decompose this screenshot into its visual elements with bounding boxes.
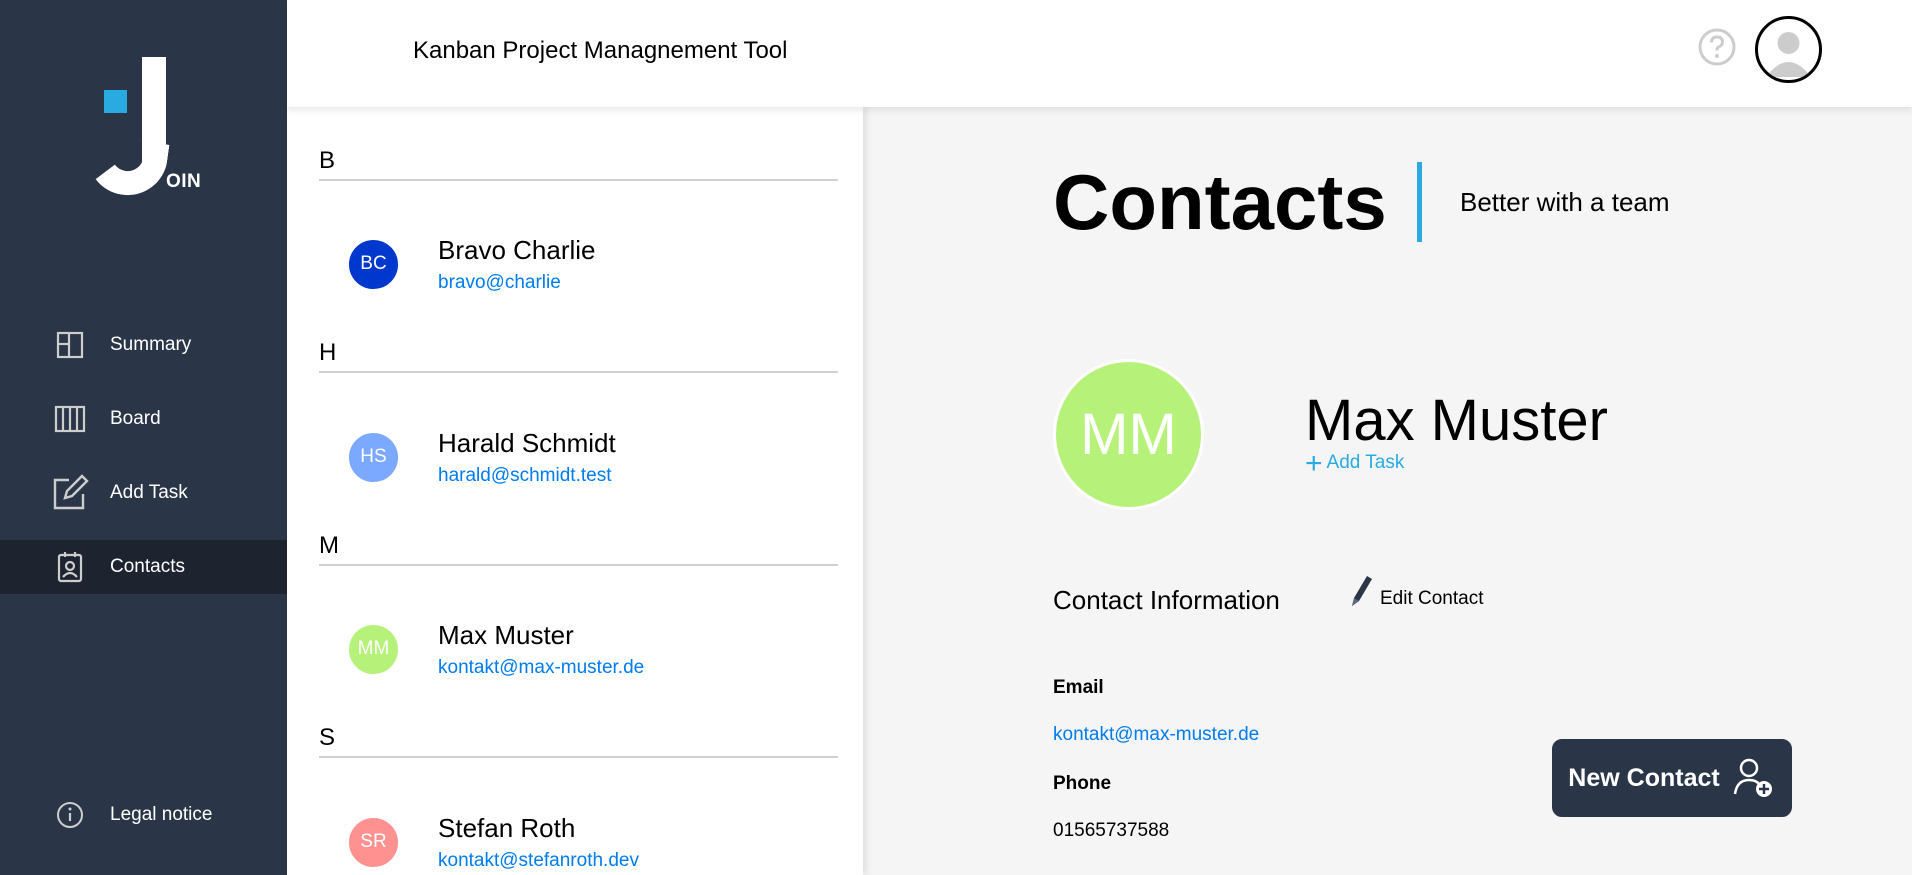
new-contact-label: New Contact (1568, 763, 1720, 792)
sidebar-item-add-task[interactable]: Add Task (0, 466, 287, 520)
letter-group-h: H (319, 333, 838, 373)
sidebar: OIN Summary Board Add Task Contacts Lega… (0, 0, 287, 875)
board-icon (50, 399, 90, 439)
contacts-icon (50, 547, 90, 587)
page-title: Contacts (1053, 158, 1387, 246)
contact-email: harald@schmidt.test (438, 464, 612, 486)
letter-heading: H (319, 333, 838, 373)
letter-group-m: M (319, 526, 838, 566)
sidebar-item-summary[interactable]: Summary (0, 318, 287, 372)
sidebar-item-contacts[interactable]: Contacts (0, 540, 287, 594)
page-subtitle: Better with a team (1460, 187, 1670, 217)
logo-j-hook (82, 133, 170, 201)
edit-contact-label: Edit Contact (1380, 588, 1484, 609)
contact-name: Bravo Charlie (438, 234, 596, 265)
letter-heading: M (319, 526, 838, 566)
header: Kanban Project Managnement Tool (287, 0, 1912, 107)
summary-icon (50, 325, 90, 365)
sidebar-item-label: Add Task (110, 482, 188, 503)
sidebar-item-label: Board (110, 408, 161, 429)
contact-initials: SR (347, 815, 400, 869)
contact-initials: HS (347, 430, 400, 484)
title-divider (1417, 162, 1422, 242)
contact-name: Max Muster (438, 619, 574, 650)
plus-icon: + (1305, 446, 1323, 480)
contact-email: bravo@charlie (438, 271, 561, 293)
sidebar-nav: Summary Board Add Task Contacts (0, 318, 287, 614)
selected-contact-avatar: MM (1053, 359, 1204, 510)
contact-row-harald-schmidt[interactable]: HS Harald Schmidt harald@schmidt.test (347, 422, 616, 492)
add-task-label: Add Task (1326, 452, 1405, 473)
contact-row-bravo-charlie[interactable]: BC Bravo Charlie bravo@charlie (347, 229, 596, 299)
selected-contact-name: Max Muster (1305, 388, 1608, 453)
phone-label: Phone (1053, 773, 1112, 794)
help-icon[interactable] (1697, 27, 1737, 67)
letter-heading: B (319, 141, 838, 181)
sidebar-item-board[interactable]: Board (0, 392, 287, 446)
contact-name: Stefan Roth (438, 812, 576, 843)
user-avatar[interactable] (1755, 16, 1822, 83)
info-icon (50, 795, 90, 835)
header-title: Kanban Project Managnement Tool (413, 37, 788, 64)
contact-row-max-muster[interactable]: MM Max Muster kontakt@max-muster.de (347, 614, 644, 684)
logo-white-square (142, 57, 166, 85)
contact-detail-panel: Contacts Better with a team MM Max Muste… (863, 107, 1912, 875)
logo-text: OIN (166, 171, 202, 192)
add-task-link[interactable]: + Add Task (1305, 446, 1405, 480)
contact-email-value[interactable]: kontakt@max-muster.de (1053, 724, 1259, 746)
contact-email: kontakt@max-muster.de (438, 656, 645, 678)
contact-row-stefan-roth[interactable]: SR Stefan Roth kontakt@stefanroth.dev (347, 807, 639, 875)
logo-blue-square (104, 90, 127, 113)
contact-initials: BC (347, 237, 400, 291)
edit-icon (50, 473, 90, 513)
contact-initials: MM (347, 622, 400, 676)
contact-information-heading: Contact Information (1053, 585, 1280, 615)
new-contact-button[interactable]: New Contact (1552, 739, 1792, 817)
sidebar-item-label: Summary (110, 334, 192, 355)
sidebar-item-label: Contacts (110, 556, 185, 577)
letter-group-b: B (319, 141, 838, 181)
letter-heading: S (319, 718, 838, 758)
contact-phone-value: 01565737588 (1053, 820, 1170, 841)
contact-name: Harald Schmidt (438, 427, 616, 458)
sidebar-item-legal-notice[interactable]: Legal notice (0, 788, 287, 842)
contact-list: B BC Bravo Charlie bravo@charlie H HS Ha… (287, 107, 863, 875)
pencil-icon (1346, 572, 1374, 610)
contact-email: kontakt@stefanroth.dev (438, 849, 639, 871)
legal-notice-label: Legal notice (110, 804, 213, 825)
add-person-icon (1732, 756, 1776, 800)
join-logo[interactable]: OIN (82, 55, 204, 201)
edit-contact-button[interactable]: Edit Contact (1346, 572, 1484, 610)
email-label: Email (1053, 677, 1104, 698)
letter-group-s: S (319, 718, 838, 758)
